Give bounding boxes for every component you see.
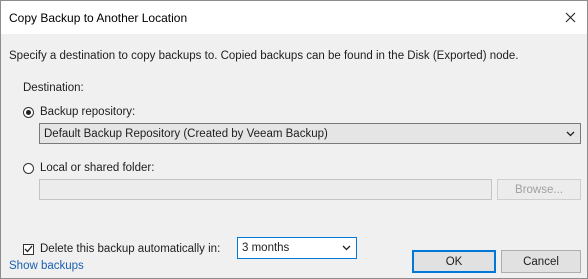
backup-repository-select[interactable]: Default Backup Repository (Created by Ve… [39,123,581,144]
destination-label: Destination: [23,82,84,94]
close-button[interactable] [553,1,587,34]
chevron-down-icon [560,131,580,137]
local-folder-radio-row[interactable]: Local or shared folder: [23,162,154,174]
folder-path-input[interactable] [39,179,492,200]
close-icon [565,12,575,23]
chevron-down-icon [336,245,356,251]
delete-automatically-row[interactable]: Delete this backup automatically in: [23,243,220,255]
dialog-title: Copy Backup to Another Location [9,11,188,25]
backup-repository-label: Backup repository: [40,106,136,118]
local-folder-radio[interactable] [23,162,34,174]
checkmark-icon [24,245,33,253]
delete-automatically-label: Delete this backup automatically in: [40,243,221,255]
ok-button[interactable]: OK [412,250,496,273]
browse-button[interactable]: Browse... [497,179,581,200]
backup-repository-value: Default Backup Repository (Created by Ve… [44,127,328,140]
cancel-button[interactable]: Cancel [501,250,581,273]
backup-repository-radio-row[interactable]: Backup repository: [23,106,135,118]
copy-backup-dialog: Copy Backup to Another Location Specify … [0,0,588,279]
retention-period-select[interactable]: 3 months [237,237,357,259]
delete-automatically-checkbox[interactable] [23,243,34,255]
retention-period-value: 3 months [242,242,290,254]
show-backups-link[interactable]: Show backups [9,260,84,272]
backup-repository-radio[interactable] [23,106,34,118]
description-text: Specify a destination to copy backups to… [9,50,519,62]
title-bar: Copy Backup to Another Location [1,1,587,34]
local-folder-label: Local or shared folder: [40,162,155,174]
